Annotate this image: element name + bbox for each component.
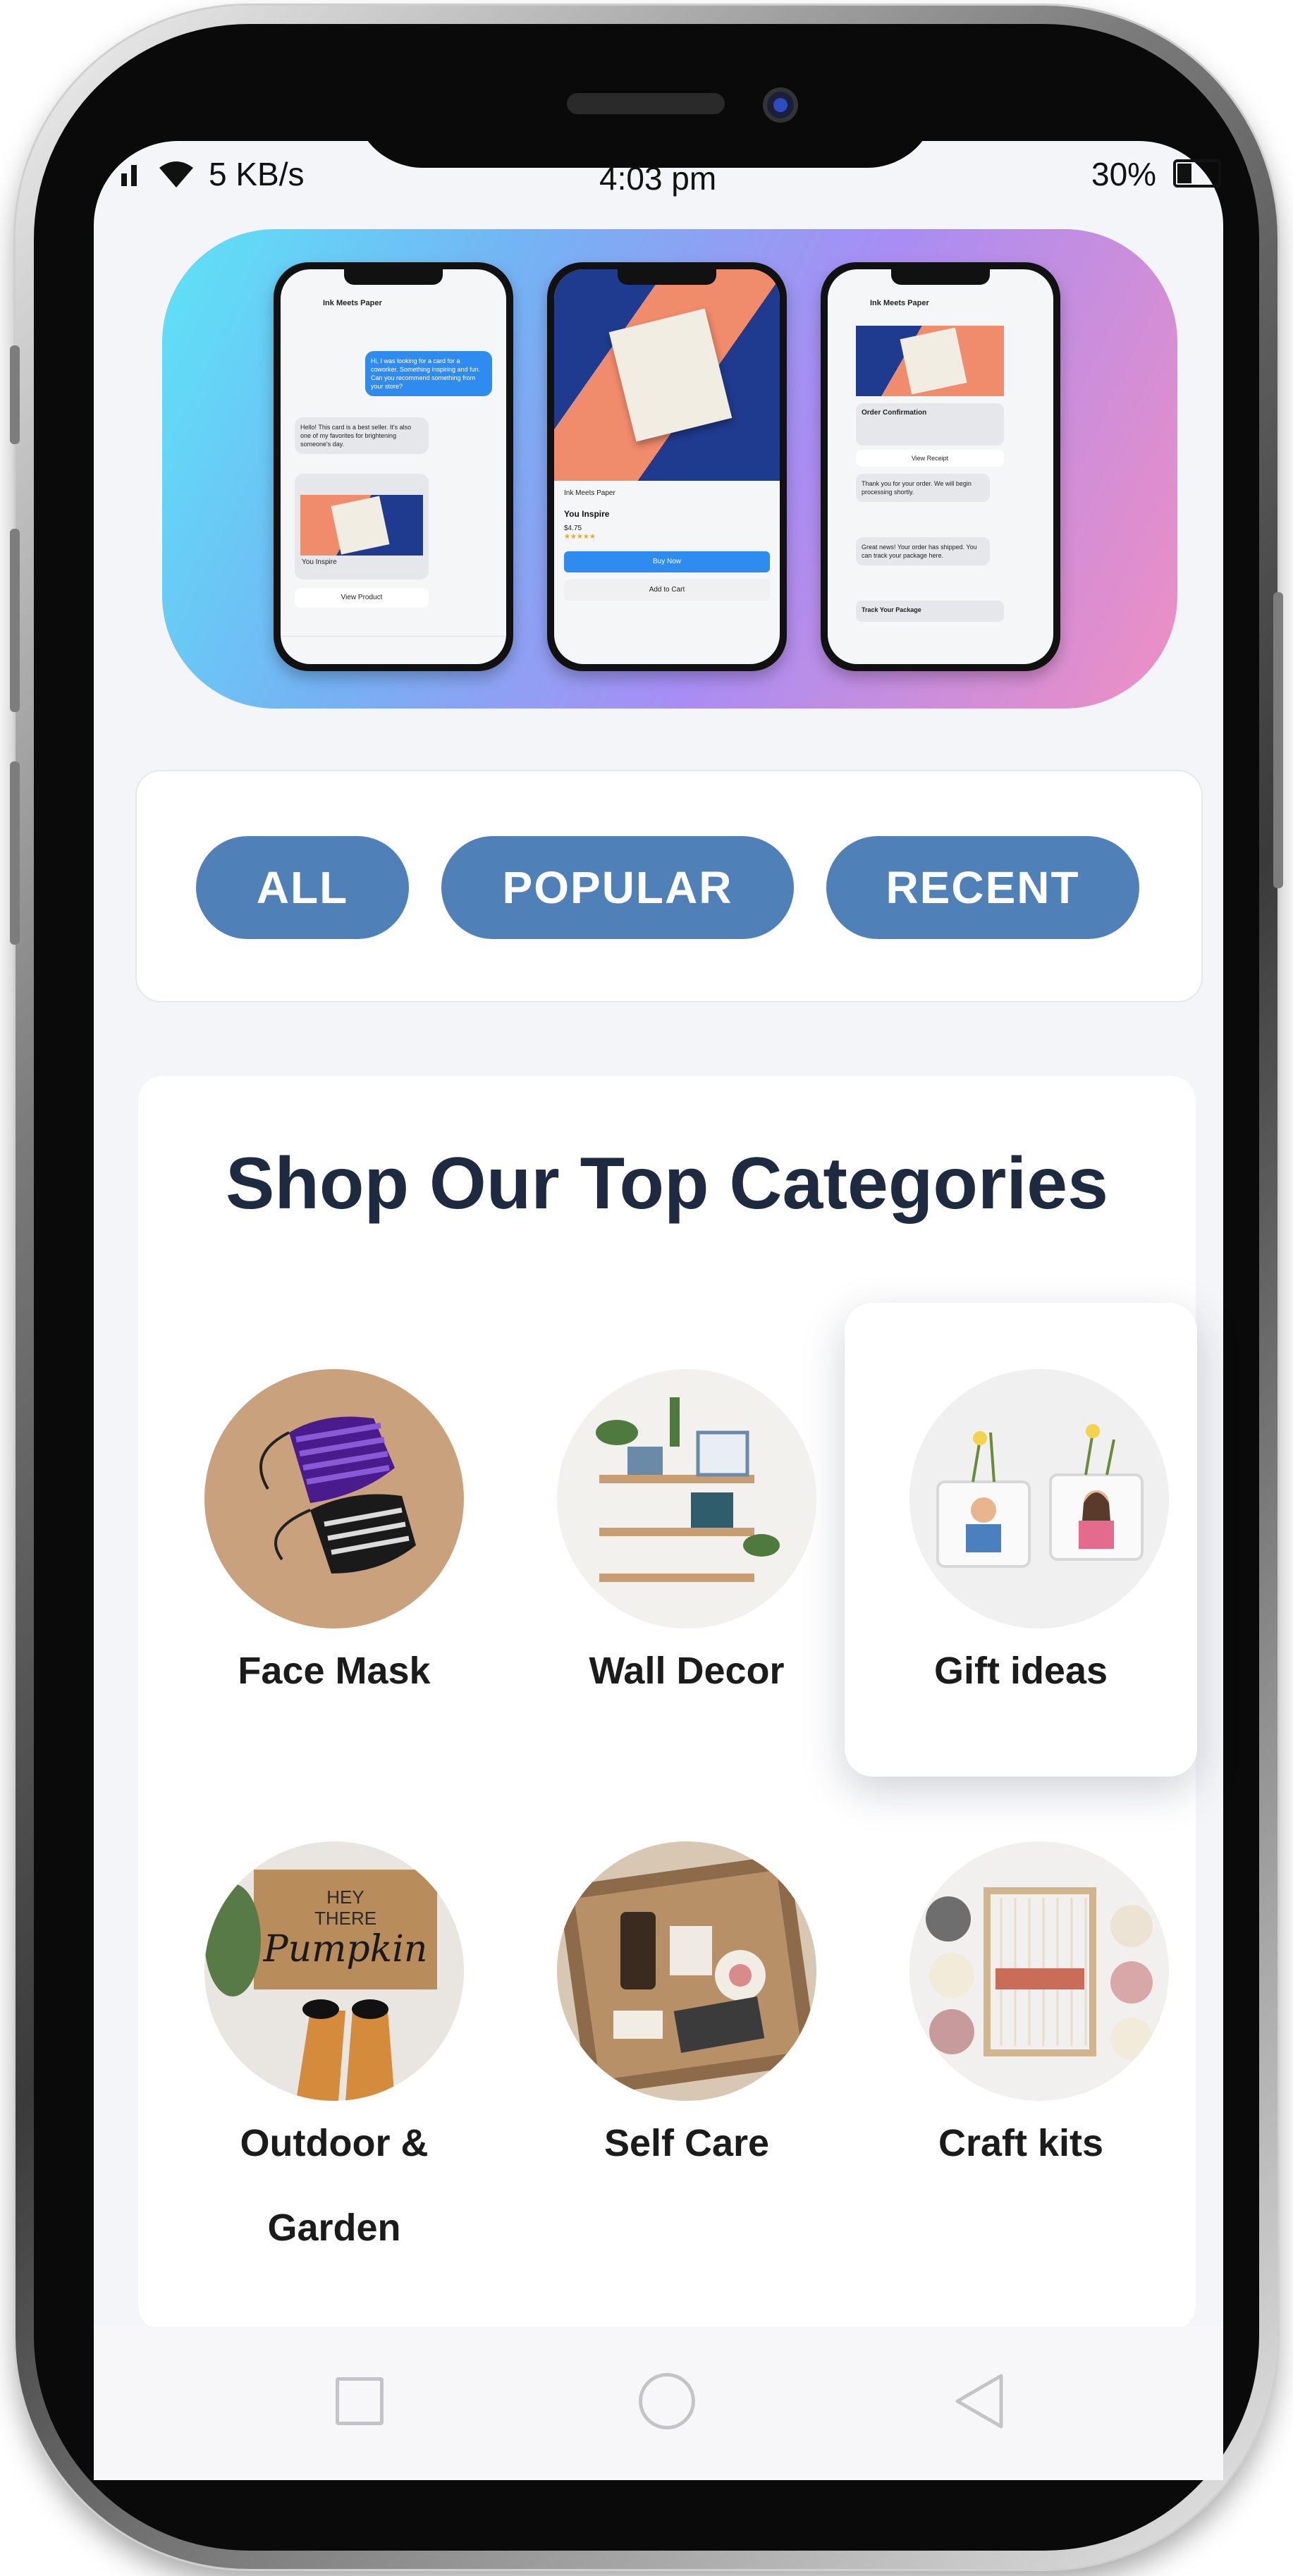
volume-up-button xyxy=(10,529,20,712)
category-image-outdoor-garden[interactable]: HEY THERE Pumpkin xyxy=(204,1841,464,2101)
category-label-self-care[interactable]: Self Care xyxy=(525,2101,849,2185)
category-image-gift-ideas[interactable] xyxy=(909,1369,1169,1629)
back-icon[interactable] xyxy=(952,2372,1008,2431)
battery-percent: 30% xyxy=(1091,156,1157,192)
view-product-button: View Product xyxy=(295,588,429,608)
recent-apps-icon[interactable] xyxy=(336,2377,384,2425)
mute-switch xyxy=(10,345,20,444)
svg-text:THERE: THERE xyxy=(314,1908,376,1929)
banner-phone-notch xyxy=(891,269,990,285)
banner-phone-notch xyxy=(344,269,443,285)
category-label-outdoor-garden-line2[interactable]: Garden xyxy=(172,2185,496,2270)
product-price: $4.75 xyxy=(564,525,582,532)
power-button xyxy=(1273,592,1283,888)
banner-phone-screen: Ink Meets Paper Hi, I was looking for a … xyxy=(281,269,506,664)
category-image-craft-kits[interactable] xyxy=(909,1841,1169,2101)
chat-bubble-thanks: Thank you for your order. We will begin … xyxy=(856,474,990,502)
card-image xyxy=(331,496,390,555)
category-image-face-mask[interactable] xyxy=(204,1369,464,1629)
category-label-craft-kits[interactable]: Craft kits xyxy=(859,2101,1183,2185)
banner-phone-screen: Ink Meets Paper You Inspire $4.75 ★★★★★ … xyxy=(554,269,780,664)
network-speed: 5 KB/s xyxy=(209,156,305,192)
banner-phone-notch xyxy=(618,269,716,285)
svg-text:HEY: HEY xyxy=(326,1887,364,1908)
product-image xyxy=(300,495,423,556)
category-label-outdoor-garden[interactable]: Outdoor & xyxy=(172,2101,496,2185)
card-image xyxy=(608,308,733,442)
buy-now-button: Buy Now xyxy=(564,551,770,572)
rating-stars: ★★★★★ xyxy=(564,533,596,541)
home-icon[interactable] xyxy=(639,2373,695,2429)
battery-icon xyxy=(1173,159,1224,188)
wifi-icon xyxy=(157,158,196,189)
category-label-wall-decor[interactable]: Wall Decor xyxy=(525,1629,849,1713)
volume-down-button xyxy=(10,761,20,945)
camera-lens xyxy=(773,98,788,112)
banner-phone-order: Ink Meets Paper Order Confirmation View … xyxy=(821,262,1060,671)
category-label-face-mask[interactable]: Face Mask xyxy=(172,1629,496,1713)
product-title: You Inspire xyxy=(564,509,610,519)
order-confirmation-card: Order Confirmation xyxy=(856,403,1004,446)
product-card: You Inspire xyxy=(295,474,429,579)
add-to-cart-button: Add to Cart xyxy=(564,579,770,601)
filter-recent-button[interactable]: RECENT xyxy=(826,836,1139,939)
filter-popular-button[interactable]: POPULAR xyxy=(441,836,794,939)
svg-text:Pumpkin: Pumpkin xyxy=(263,1928,428,1970)
shop-name: Ink Meets Paper xyxy=(564,489,615,497)
chat-bubble-outgoing: Hi, I was looking for a card for a cowor… xyxy=(365,351,492,396)
chat-bubble-incoming: Hello! This card is a best seller. It's … xyxy=(295,417,429,454)
signal-icon xyxy=(120,157,148,188)
chat-header: Ink Meets Paper xyxy=(870,299,929,307)
view-receipt-button: View Receipt xyxy=(856,450,1004,467)
category-image-self-care[interactable] xyxy=(557,1841,816,2101)
product-name: You Inspire xyxy=(302,558,337,566)
chat-composer xyxy=(281,636,506,664)
category-image-wall-decor[interactable] xyxy=(557,1369,816,1629)
chat-bubble-shipped: Great news! Your order has shipped. You … xyxy=(856,537,990,565)
card-image xyxy=(900,327,967,395)
categories-title: Shop Our Top Categories xyxy=(226,1143,1108,1225)
banner-phone-product: Ink Meets Paper You Inspire $4.75 ★★★★★ … xyxy=(547,262,787,671)
chat-header: Ink Meets Paper xyxy=(323,299,382,307)
banner-phone-chat: Ink Meets Paper Hi, I was looking for a … xyxy=(274,262,513,671)
track-package-card: Track Your Package xyxy=(856,601,1004,622)
filter-all-button[interactable]: ALL xyxy=(196,836,409,939)
product-hero-image xyxy=(554,269,780,481)
banner-phone-screen: Ink Meets Paper Order Confirmation View … xyxy=(828,269,1053,664)
speaker-grille xyxy=(567,93,725,114)
order-image xyxy=(856,326,1004,396)
category-label-gift-ideas[interactable]: Gift ideas xyxy=(859,1629,1183,1713)
